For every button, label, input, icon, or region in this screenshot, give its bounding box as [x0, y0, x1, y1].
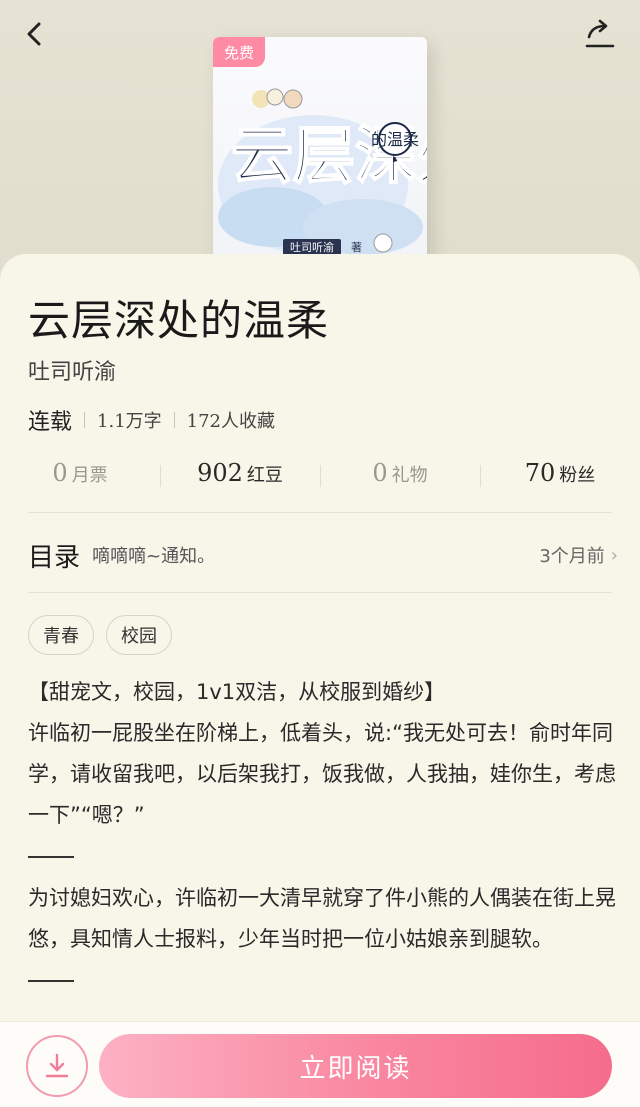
- favorite-count: 172人收藏: [186, 411, 276, 432]
- stat-value: 0: [372, 459, 388, 487]
- download-icon: [45, 1053, 69, 1078]
- book-author[interactable]: 吐司听渝: [28, 354, 116, 386]
- word-count: 1.1万字: [97, 411, 162, 432]
- stat-value: 902: [197, 459, 243, 487]
- description-divider: [28, 856, 74, 858]
- serial-status: 连载: [28, 410, 73, 435]
- stat-label: 粉丝: [559, 465, 596, 486]
- cover-illustration: 云层深处 的温柔 吐司听渝 著: [218, 88, 427, 255]
- description-tagline: 【甜宠文，校园，1v1双洁，从校服到婚纱】: [28, 680, 446, 704]
- section-divider: [28, 592, 612, 593]
- chevron-left-icon: [27, 22, 41, 46]
- description-paragraph: 为讨媳妇欢心，许临初一大清早就穿了件小熊的人偶装在街上晃悠，具知情人士报料，少年…: [28, 886, 616, 951]
- meta-divider: [84, 412, 86, 428]
- update-time-text: 3个月前: [539, 546, 605, 567]
- book-cover[interactable]: 云层深处 的温柔 吐司听渝 著 免费: [213, 37, 427, 263]
- share-icon: [585, 19, 615, 48]
- chevron-right-icon: ›: [610, 544, 618, 566]
- free-badge: 免费: [213, 37, 265, 67]
- book-description: 【甜宠文，校园，1v1双洁，从校服到婚纱】 许临初一屁股坐在阶梯上，低着头，说:…: [28, 672, 618, 1002]
- stats-row: 0 月票 902 红豆 0 礼物 70 粉丝: [0, 450, 640, 496]
- cover-subtitle-art: 的温柔: [371, 130, 419, 149]
- tag-list: 青春 校园: [28, 615, 172, 655]
- read-now-button[interactable]: 立即阅读: [99, 1034, 612, 1098]
- stat-value: 70: [524, 459, 556, 487]
- back-button[interactable]: [18, 18, 50, 50]
- meta-divider: [173, 412, 175, 428]
- stat-label: 红豆: [246, 465, 283, 486]
- latest-chapter: 嘀嘀嘀~通知。: [92, 546, 216, 567]
- stat-value: 0: [52, 459, 68, 487]
- bottom-action-bar: 立即阅读: [0, 1021, 640, 1107]
- table-of-contents-row[interactable]: 目录 嘀嘀嘀~通知。 3个月前 ›: [28, 532, 618, 578]
- book-title: 云层深处的温柔: [28, 296, 330, 345]
- stat-red-beans[interactable]: 902 红豆: [160, 459, 320, 487]
- cover-author-art: 吐司听渝: [290, 240, 334, 254]
- toc-title: 目录: [28, 542, 81, 573]
- stat-label: 礼物: [391, 465, 428, 486]
- stat-fans[interactable]: 70 粉丝: [480, 459, 640, 487]
- tag-youth[interactable]: 青春: [28, 615, 94, 655]
- update-time: 3个月前 ›: [539, 542, 618, 568]
- cover-author-mark: 著: [351, 240, 362, 254]
- description-divider: [28, 980, 74, 982]
- description-paragraph: 许临初一屁股坐在阶梯上，低着头，说:“我无处可去！俞时年同学，请收留我吧，以后架…: [28, 721, 616, 827]
- stat-gifts[interactable]: 0 礼物: [320, 459, 480, 487]
- section-divider: [28, 512, 612, 513]
- stat-label: 月票: [71, 465, 108, 486]
- download-button[interactable]: [26, 1035, 88, 1097]
- share-button[interactable]: [582, 16, 618, 52]
- stat-monthly-tickets[interactable]: 0 月票: [0, 459, 160, 487]
- tag-campus[interactable]: 校园: [106, 615, 172, 655]
- book-meta: 连载 1.1万字 172人收藏: [28, 404, 275, 436]
